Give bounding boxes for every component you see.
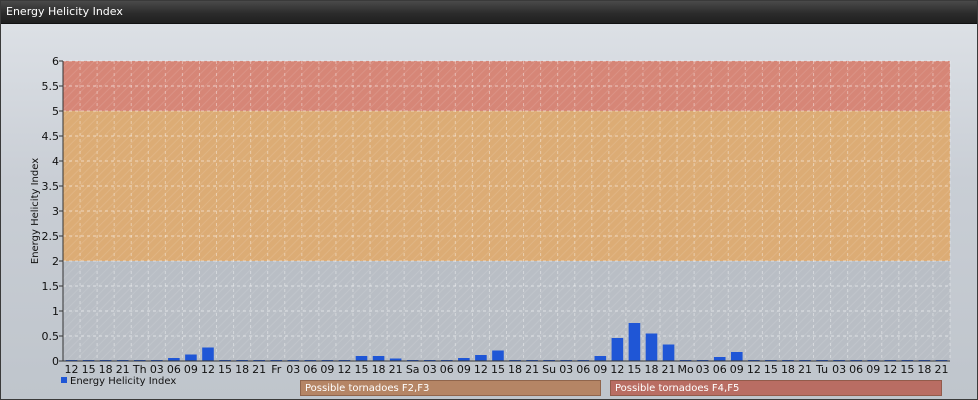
- x-tick-label: 12: [883, 363, 897, 376]
- x-tick-label: 18: [508, 363, 522, 376]
- bar[interactable]: [372, 356, 385, 361]
- y-tick-label: 4: [52, 155, 59, 168]
- x-tick-label: 15: [627, 363, 641, 376]
- band-label-f2-f3: Possible tornadoes F2,F3: [300, 380, 601, 396]
- y-tick-label: 0.5: [42, 330, 60, 343]
- x-tick-label: Sa: [406, 363, 420, 376]
- x-tick-label: 21: [525, 363, 539, 376]
- bar[interactable]: [628, 323, 641, 361]
- x-tick-label: 21: [116, 363, 130, 376]
- x-tick-label: 21: [252, 363, 266, 376]
- x-tick-label: 18: [781, 363, 795, 376]
- x-tick-label: 18: [235, 363, 249, 376]
- bar[interactable]: [355, 356, 368, 361]
- x-tick-label: Su: [542, 363, 556, 376]
- x-tick-label: 03: [286, 363, 300, 376]
- x-tick-label: 09: [730, 363, 744, 376]
- x-tick-label: 03: [832, 363, 846, 376]
- y-axis-label: Energy Helicity Index: [30, 158, 41, 264]
- x-tick-label: 21: [389, 363, 403, 376]
- legend-item[interactable]: Energy Helicity Index: [61, 376, 176, 388]
- x-tick-label: 18: [99, 363, 113, 376]
- bar[interactable]: [202, 347, 214, 362]
- x-tick-label: 09: [320, 363, 334, 376]
- x-tick-label: 12: [747, 363, 761, 376]
- x-tick-label: 12: [337, 363, 351, 376]
- bar[interactable]: [594, 356, 607, 361]
- x-tick-label: 06: [576, 363, 590, 376]
- x-tick-label: 21: [934, 363, 948, 376]
- x-tick-label: 12: [610, 363, 624, 376]
- band-label-f4-f5: Possible tornadoes F4,F5: [610, 380, 942, 396]
- y-tick-label: 3.5: [42, 180, 60, 193]
- y-tick-label: 5: [52, 105, 59, 118]
- x-tick-label: 09: [184, 363, 198, 376]
- x-tick-label: Th: [132, 363, 147, 376]
- x-tick-label: 12: [65, 363, 79, 376]
- x-tick-label: 06: [713, 363, 727, 376]
- legend-swatch: [61, 377, 67, 383]
- x-tick-label: 15: [764, 363, 778, 376]
- y-tick-label: 6: [52, 55, 59, 68]
- bar[interactable]: [730, 352, 743, 361]
- x-tick-label: 09: [457, 363, 471, 376]
- y-tick-label: 1: [52, 305, 59, 318]
- bar[interactable]: [185, 354, 197, 362]
- y-tick-label: 5.5: [42, 80, 60, 93]
- x-tick-label: 06: [440, 363, 454, 376]
- bar[interactable]: [645, 333, 658, 362]
- x-tick-label: 03: [150, 363, 164, 376]
- x-tick-label: 09: [593, 363, 607, 376]
- bar[interactable]: [611, 338, 624, 361]
- y-tick-label: 0: [52, 355, 59, 368]
- x-tick-label: 21: [662, 363, 676, 376]
- y-tick-label: 2.5: [42, 230, 60, 243]
- bar[interactable]: [492, 350, 504, 362]
- x-tick-label: 18: [644, 363, 658, 376]
- x-tick-label: 06: [849, 363, 863, 376]
- x-tick-label: 21: [798, 363, 812, 376]
- x-tick-label: 12: [474, 363, 488, 376]
- x-tick-label: 18: [372, 363, 386, 376]
- legend-label: Energy Helicity Index: [70, 376, 177, 387]
- y-tick-label: 4.5: [42, 130, 60, 143]
- y-tick-label: 3: [52, 205, 59, 218]
- x-tick-label: 15: [355, 363, 369, 376]
- x-tick-label: 03: [423, 363, 437, 376]
- x-tick-label: 12: [201, 363, 215, 376]
- bar[interactable]: [713, 357, 726, 361]
- x-tick-label: Fr: [271, 363, 282, 376]
- helicity-chart: 00.511.522.533.544.555.56 12 15 18 21 Th 03 06…: [30, 55, 951, 376]
- bar[interactable]: [475, 355, 487, 361]
- x-tick-label: 15: [82, 363, 96, 376]
- chart-widget: Energy Helicity Index 0 0.5 1 1.5 2 2.5 3 3.5 4 4…: [0, 0, 978, 400]
- x-tick-label: 15: [218, 363, 232, 376]
- x-tick-label: 06: [167, 363, 181, 376]
- x-tick-label: 15: [491, 363, 505, 376]
- x-tick-label: Tu: [815, 363, 828, 376]
- y-tick-label: 1.5: [42, 280, 60, 293]
- x-tick-label: 06: [303, 363, 317, 376]
- y-tick-label: 2: [52, 255, 59, 268]
- x-tick-label: 09: [866, 363, 880, 376]
- x-tick-label: Mo: [677, 363, 693, 376]
- x-tick-label: 03: [559, 363, 573, 376]
- bar[interactable]: [662, 344, 675, 362]
- x-tick-label: 18: [917, 363, 931, 376]
- x-tick-label: 15: [900, 363, 914, 376]
- x-tick-label: 03: [696, 363, 710, 376]
